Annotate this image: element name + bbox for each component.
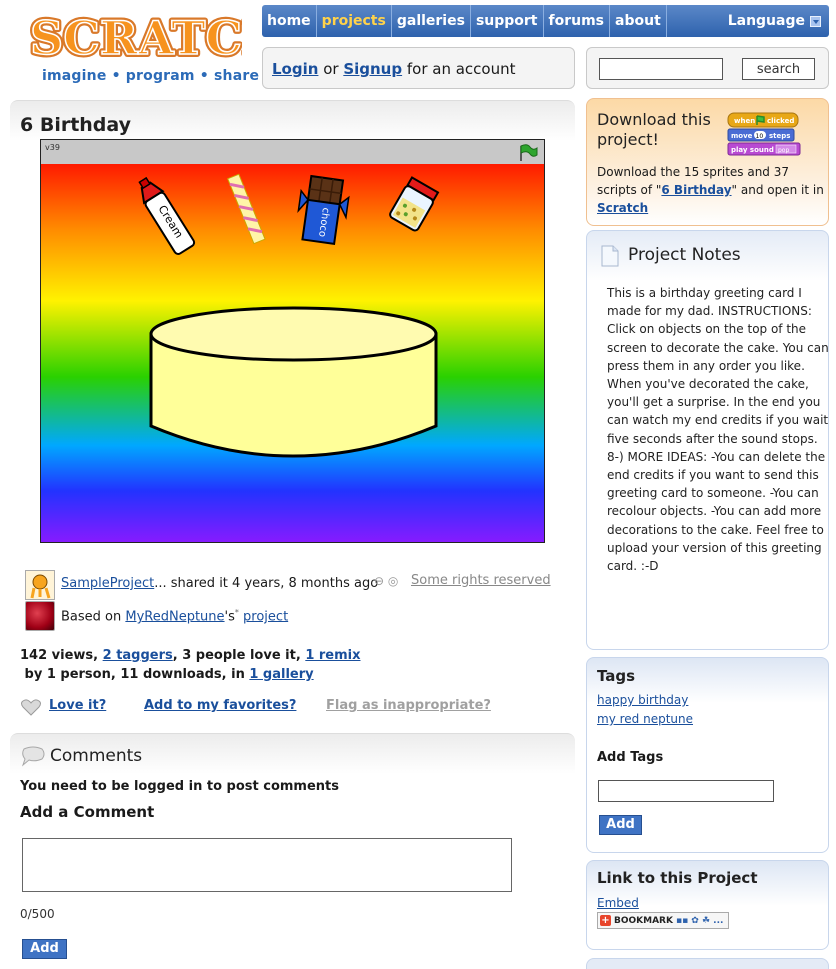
add-comment-title: Add a Comment	[20, 803, 155, 821]
language-label: Language	[727, 13, 805, 29]
tag-link[interactable]: happy birthday	[597, 693, 688, 707]
embed-link[interactable]: Embed	[597, 896, 639, 910]
project-notes-text: This is a birthday greeting card I made …	[607, 286, 829, 574]
tagline: imagine • program • share	[42, 68, 260, 84]
love-count: , 3 people love it,	[172, 648, 306, 663]
block-steps-value: 10	[756, 133, 764, 140]
add-favorites-link[interactable]: Add to my favorites?	[144, 698, 296, 713]
comment-input[interactable]	[22, 838, 512, 892]
add-comment-button[interactable]: Add	[22, 939, 67, 959]
comments-title: Comments	[50, 746, 143, 766]
share-info: SampleProject... shared it 4 years, 8 mo…	[61, 576, 378, 591]
green-flag-icon[interactable]	[518, 144, 538, 162]
original-author-avatar[interactable]	[25, 601, 55, 631]
player-version: v39	[45, 143, 60, 152]
logo-text: SCRATCH	[30, 11, 242, 65]
character-count: 0/500	[20, 907, 55, 921]
project-stats: 142 views, 2 taggers, 3 people love it, …	[20, 646, 490, 684]
add-tags-title: Add Tags	[597, 750, 664, 765]
heart-icon[interactable]	[20, 699, 42, 717]
remix-link[interactable]: 1 remix	[305, 648, 360, 663]
search-button[interactable]: search	[742, 58, 815, 80]
nav-about[interactable]: about	[610, 5, 667, 37]
original-author-link[interactable]: MyRedNeptune	[125, 609, 224, 624]
block-steps: steps	[769, 132, 790, 140]
views-count: 142 views,	[20, 648, 103, 663]
scratch-link[interactable]: Scratch	[597, 201, 648, 215]
nav-projects[interactable]: projects	[317, 5, 392, 37]
cream-tube-sprite[interactable]: Cream	[133, 174, 196, 255]
nav-forums[interactable]: forums	[544, 5, 611, 37]
login-required-note: You need to be logged in to post comment…	[20, 779, 339, 794]
block-clicked: clicked	[767, 117, 794, 125]
bookmark-button[interactable]: + BOOKMARK ▪▪ ✿ ☘ ...	[597, 912, 729, 929]
login-box: Login or Signup for an account	[262, 47, 575, 89]
nav-home[interactable]: home	[262, 5, 317, 37]
chocolate-bar-sprite[interactable]: choco	[295, 174, 351, 246]
link-project-title: Link to this Project	[597, 869, 758, 887]
user-avatar[interactable]	[25, 570, 55, 600]
download-text-middle: " and open it in	[731, 183, 828, 197]
or-text: or	[318, 60, 344, 78]
social-icons: ▪▪ ✿ ☘ ...	[675, 915, 724, 926]
based-on-prefix: Based on	[61, 609, 126, 625]
scratch-blocks-icon: when clicked move 10 steps play sound po…	[727, 112, 801, 156]
notes-document-icon	[601, 245, 619, 267]
nav-support[interactable]: support	[471, 5, 544, 37]
bookmark-label: BOOKMARK	[614, 915, 673, 926]
stage-canvas[interactable]: Cream choco	[41, 164, 544, 542]
candle-sprite[interactable]	[227, 173, 266, 245]
flag-link[interactable]: Flag as inappropriate?	[326, 698, 491, 713]
cc-icon: ⊖ ◎	[374, 574, 399, 588]
tag-input[interactable]	[598, 780, 774, 802]
account-text: for an account	[402, 60, 516, 78]
project-actions: Love it? Add to my favorites? Flag as in…	[20, 698, 560, 718]
top-navigation: home projects galleries support forums a…	[262, 5, 829, 37]
block-when: when	[734, 117, 755, 125]
nav-galleries[interactable]: galleries	[392, 5, 471, 37]
author-ellipsis: ...	[154, 576, 167, 591]
block-move: move	[731, 132, 753, 140]
comment-bubble-icon	[21, 746, 45, 767]
player-toolbar: v39	[41, 140, 544, 164]
sprinkles-jar-sprite[interactable]	[389, 176, 440, 232]
search-box: search	[586, 47, 829, 89]
block-play-sound: play sound	[731, 146, 774, 154]
search-input[interactable]	[599, 58, 723, 80]
tags-title: Tags	[597, 667, 636, 685]
based-on-info: Based on MyRedNeptune's* project	[61, 608, 288, 624]
project-notes-title: Project Notes	[628, 245, 741, 265]
license-link[interactable]: Some rights reserved	[411, 573, 551, 588]
block-sound-value: pop	[778, 147, 789, 154]
add-tag-button[interactable]: Add	[599, 815, 642, 835]
project-title: 6 Birthday	[20, 114, 132, 136]
love-it-link[interactable]: Love it?	[49, 698, 106, 713]
gallery-link[interactable]: 1 gallery	[249, 667, 313, 682]
tag-link[interactable]: my red neptune	[597, 712, 693, 726]
cake-sprite	[149, 306, 438, 458]
next-sidebar-box	[586, 958, 829, 969]
author-link[interactable]: SampleProject	[61, 576, 154, 591]
possessive-text: 's	[224, 609, 235, 625]
login-link[interactable]: Login	[272, 60, 318, 78]
shared-time: shared it 4 years, 8 months ago	[166, 576, 379, 591]
signup-link[interactable]: Signup	[343, 60, 402, 78]
download-project-link[interactable]: 6 Birthday	[661, 183, 731, 197]
plus-icon: +	[600, 915, 611, 926]
download-description: Download the 15 sprites and 37 scripts o…	[597, 163, 825, 217]
download-title: Download this project!	[597, 110, 711, 149]
downloads-count: by 1 person, 11 downloads, in	[20, 667, 250, 682]
original-project-link[interactable]: project	[243, 609, 288, 624]
project-player[interactable]: v39 Cream choco	[40, 139, 545, 543]
chevron-down-icon	[810, 15, 821, 27]
taggers-link[interactable]: 2 taggers	[103, 648, 173, 663]
language-selector[interactable]: Language	[723, 5, 829, 37]
